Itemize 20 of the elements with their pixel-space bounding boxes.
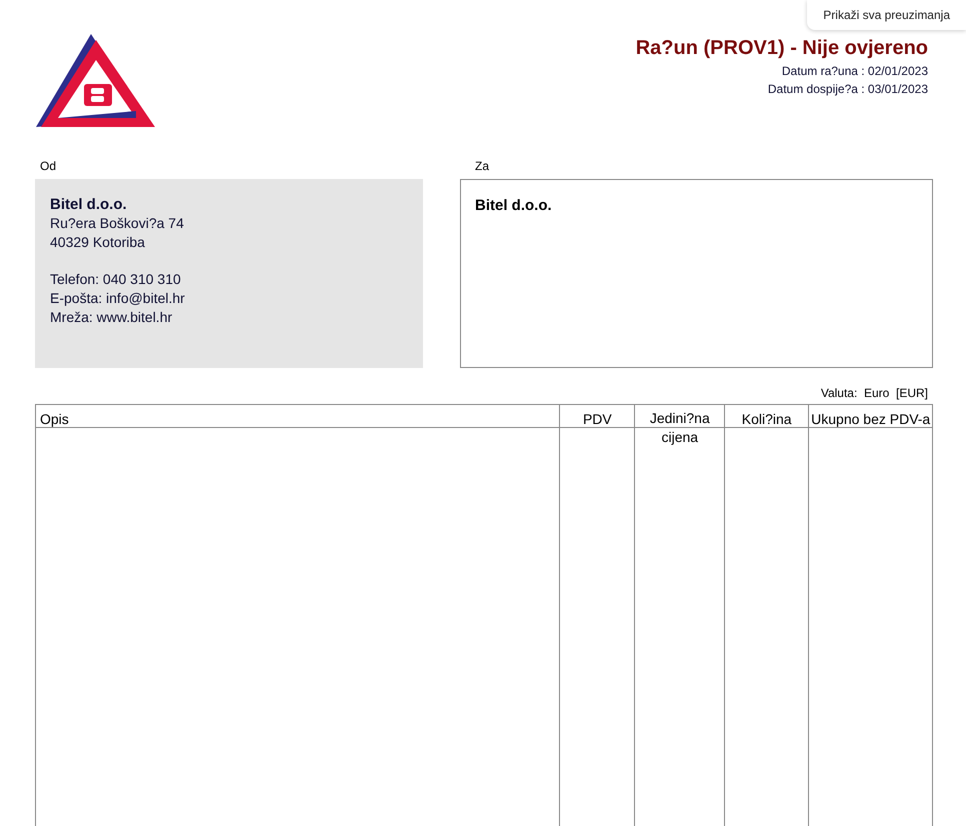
invoice-title: Ra?un (PROV1) - Nije ovjereno bbox=[636, 36, 928, 60]
sender-address: Ru?era Boškovi?a 74 bbox=[50, 214, 185, 233]
invoice-date: Datum dospije?a : 03/01/2023 bbox=[768, 82, 928, 96]
currency-label: Valuta: Euro [EUR] bbox=[820, 386, 928, 400]
column-header: Jedini?na cijena bbox=[648, 409, 711, 447]
to-label: Za bbox=[474, 158, 490, 175]
logo-icon bbox=[36, 34, 156, 129]
column-header: PDV bbox=[582, 411, 612, 427]
recipient-name: Bitel d.o.o. bbox=[475, 196, 553, 216]
from-label: Od bbox=[39, 158, 58, 175]
show-downloads-button[interactable]: Prikaži sva preuzimanja bbox=[807, 0, 966, 30]
column-header: Koli?ina bbox=[742, 411, 792, 427]
sender-address: 40329 Kotoriba bbox=[50, 233, 146, 252]
sender-name: Bitel d.o.o. bbox=[50, 195, 128, 214]
sender-contact: Mreža: www.bitel.hr bbox=[50, 308, 174, 327]
column-header: Opis bbox=[40, 411, 69, 427]
invoice-date: Datum ra?una : 02/01/2023 bbox=[782, 64, 928, 78]
sender-contact: Telefon: 040 310 310 bbox=[50, 270, 182, 289]
column-header: Ukupno bez PDV-a bbox=[811, 411, 930, 427]
sender-contact: E-pošta: info@bitel.hr bbox=[50, 289, 186, 308]
